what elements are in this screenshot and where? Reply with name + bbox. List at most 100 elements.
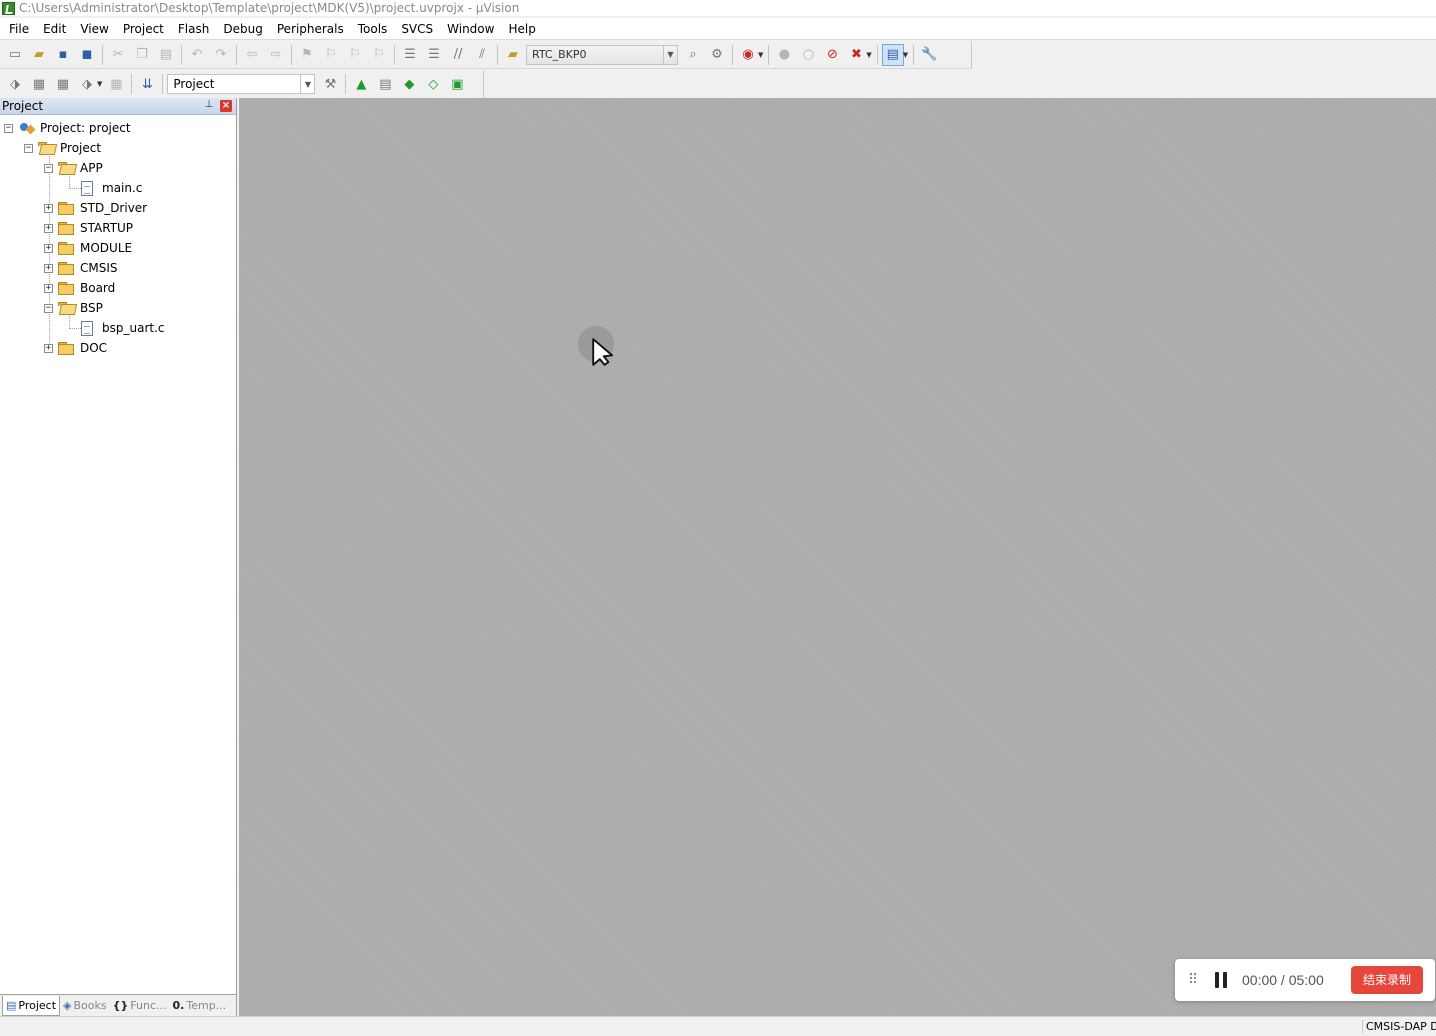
toolbar-separator: [345, 74, 347, 94]
breakpoint-insert-icon[interactable]: ●: [773, 44, 795, 66]
target-options-icon[interactable]: ⚒: [319, 73, 341, 95]
paste-icon[interactable]: ▤: [155, 44, 177, 66]
collapse-toggle[interactable]: −: [24, 143, 33, 153]
close-icon[interactable]: ×: [220, 100, 232, 112]
download-load-icon[interactable]: ⇊: [136, 73, 158, 95]
tree-group-module[interactable]: + MODULE: [44, 238, 132, 258]
translate-icon[interactable]: ⬗: [4, 73, 26, 95]
undo-icon[interactable]: ↶: [186, 44, 208, 66]
target-select[interactable]: Project ▼: [167, 74, 316, 94]
collapse-toggle[interactable]: −: [44, 303, 53, 313]
chevron-down-icon[interactable]: ▼: [866, 51, 871, 59]
unindent-icon[interactable]: ☰: [423, 44, 445, 66]
open-folder-icon[interactable]: ▰: [28, 44, 50, 66]
rebuild-icon[interactable]: ▦: [52, 73, 74, 95]
tree-file-bsp-uart-c[interactable]: bsp_uart.c: [81, 318, 165, 338]
expand-toggle[interactable]: +: [44, 283, 53, 293]
chevron-down-icon[interactable]: ▼: [903, 51, 908, 59]
tab-books[interactable]: ◈ Books: [60, 996, 110, 1016]
find-icon[interactable]: ⌕: [682, 44, 704, 66]
tree-group-startup[interactable]: + STARTUP: [44, 218, 133, 238]
expand-toggle[interactable]: +: [44, 223, 53, 233]
editor-area[interactable]: [239, 98, 1436, 1016]
tree-file-main-c[interactable]: main.c: [81, 178, 142, 198]
tree-group-cmsis[interactable]: + CMSIS: [44, 258, 118, 278]
uncomment-icon[interactable]: ⫽: [471, 44, 493, 66]
cut-icon[interactable]: ✂: [107, 44, 129, 66]
menu-window[interactable]: Window: [440, 19, 501, 39]
debug-session-icon[interactable]: ◉: [737, 44, 759, 66]
breakpoint-disable-all-icon[interactable]: ⊘: [821, 44, 843, 66]
chevron-down-icon[interactable]: ▼: [663, 45, 677, 64]
navigate-forward-icon[interactable]: ⇨: [265, 44, 287, 66]
tab-label: Project: [18, 998, 57, 1012]
menu-peripherals[interactable]: Peripherals: [270, 19, 351, 39]
chevron-down-icon[interactable]: ▼: [758, 51, 763, 59]
screen-recorder-widget: ⠿ 00:00 / 05:00 结束录制: [1175, 959, 1435, 1001]
bookmark-clear-icon[interactable]: ⚐: [368, 44, 390, 66]
menu-help[interactable]: Help: [501, 19, 542, 39]
find-combo[interactable]: RTC_BKP0 ▼: [526, 44, 678, 65]
expand-toggle[interactable]: +: [44, 343, 53, 353]
new-file-icon[interactable]: ▭: [4, 44, 26, 66]
collapse-toggle[interactable]: −: [4, 123, 13, 133]
find-in-files-icon[interactable]: ▰: [502, 44, 524, 66]
tab-functions[interactable]: {} Func...: [110, 996, 170, 1016]
incremental-find-icon[interactable]: ⚙: [706, 44, 728, 66]
stop-build-icon[interactable]: ▦: [105, 73, 127, 95]
configure-wrench-icon[interactable]: 🔧: [918, 44, 940, 66]
bookmark-prev-icon[interactable]: ⚐: [320, 44, 342, 66]
tree-node-root[interactable]: − Project: project: [4, 118, 131, 138]
open-folder-icon: [58, 162, 74, 174]
breakpoint-kill-all-icon[interactable]: ✖: [845, 44, 867, 66]
batch-build-icon[interactable]: ⬗: [76, 73, 98, 95]
tab-templates[interactable]: 0. Temp...: [170, 996, 230, 1016]
comment-icon[interactable]: //: [447, 44, 469, 66]
stop-recording-button[interactable]: 结束录制: [1350, 966, 1423, 994]
pin-icon[interactable]: ⊥: [203, 99, 215, 112]
expand-toggle[interactable]: +: [44, 203, 53, 213]
menu-flash[interactable]: Flash: [171, 19, 216, 39]
menu-edit[interactable]: Edit: [36, 19, 73, 39]
chevron-down-icon[interactable]: ▼: [300, 75, 314, 93]
menu-tools[interactable]: Tools: [351, 19, 395, 39]
build-icon[interactable]: ▦: [28, 73, 50, 95]
manage-project-items-icon[interactable]: ▲: [350, 73, 372, 95]
collapse-toggle[interactable]: −: [44, 163, 53, 173]
menu-debug[interactable]: Debug: [216, 19, 269, 39]
indent-icon[interactable]: ☰: [399, 44, 421, 66]
tree-group-doc[interactable]: + DOC: [44, 338, 107, 358]
pack-installer-icon[interactable]: ▣: [446, 73, 468, 95]
tree-guide: [69, 188, 81, 189]
save-icon[interactable]: ▪: [52, 44, 74, 66]
tab-project[interactable]: ▤ Project: [2, 995, 61, 1016]
expand-toggle[interactable]: +: [44, 263, 53, 273]
copy-icon[interactable]: ❐: [131, 44, 153, 66]
menu-svcs[interactable]: SVCS: [394, 19, 440, 39]
bookmark-next-icon[interactable]: ⚐: [344, 44, 366, 66]
breakpoint-enable-icon[interactable]: ○: [797, 44, 819, 66]
uvision-app-icon: [2, 1, 15, 15]
tree-group-std-driver[interactable]: + STD_Driver: [44, 198, 147, 218]
menu-view[interactable]: View: [73, 19, 115, 39]
navigate-back-icon[interactable]: ⇦: [241, 44, 263, 66]
tree-group-board[interactable]: + Board: [44, 278, 115, 298]
pause-icon[interactable]: [1215, 972, 1227, 988]
chevron-down-icon[interactable]: ▼: [97, 80, 102, 88]
tab-label: Books: [73, 999, 107, 1012]
save-all-icon[interactable]: ◼: [76, 44, 98, 66]
tree-node-target[interactable]: − Project: [24, 138, 101, 158]
drag-handle-icon[interactable]: ⠿: [1188, 972, 1198, 988]
bookmark-toggle-icon[interactable]: ⚑: [296, 44, 318, 66]
select-software-packs-icon[interactable]: ◇: [422, 73, 444, 95]
menu-project[interactable]: Project: [116, 19, 171, 39]
tree-group-app[interactable]: − APP: [44, 158, 103, 178]
manage-run-time-env-icon[interactable]: ◆: [398, 73, 420, 95]
tree-group-bsp[interactable]: − BSP: [44, 298, 103, 318]
manage-multi-project-icon[interactable]: ▤: [374, 73, 396, 95]
menu-file[interactable]: File: [2, 19, 36, 39]
redo-icon[interactable]: ↷: [210, 44, 232, 66]
window-layout-icon[interactable]: ▤: [881, 43, 904, 66]
expand-toggle[interactable]: +: [44, 243, 53, 253]
toolbar-separator: [102, 44, 103, 65]
